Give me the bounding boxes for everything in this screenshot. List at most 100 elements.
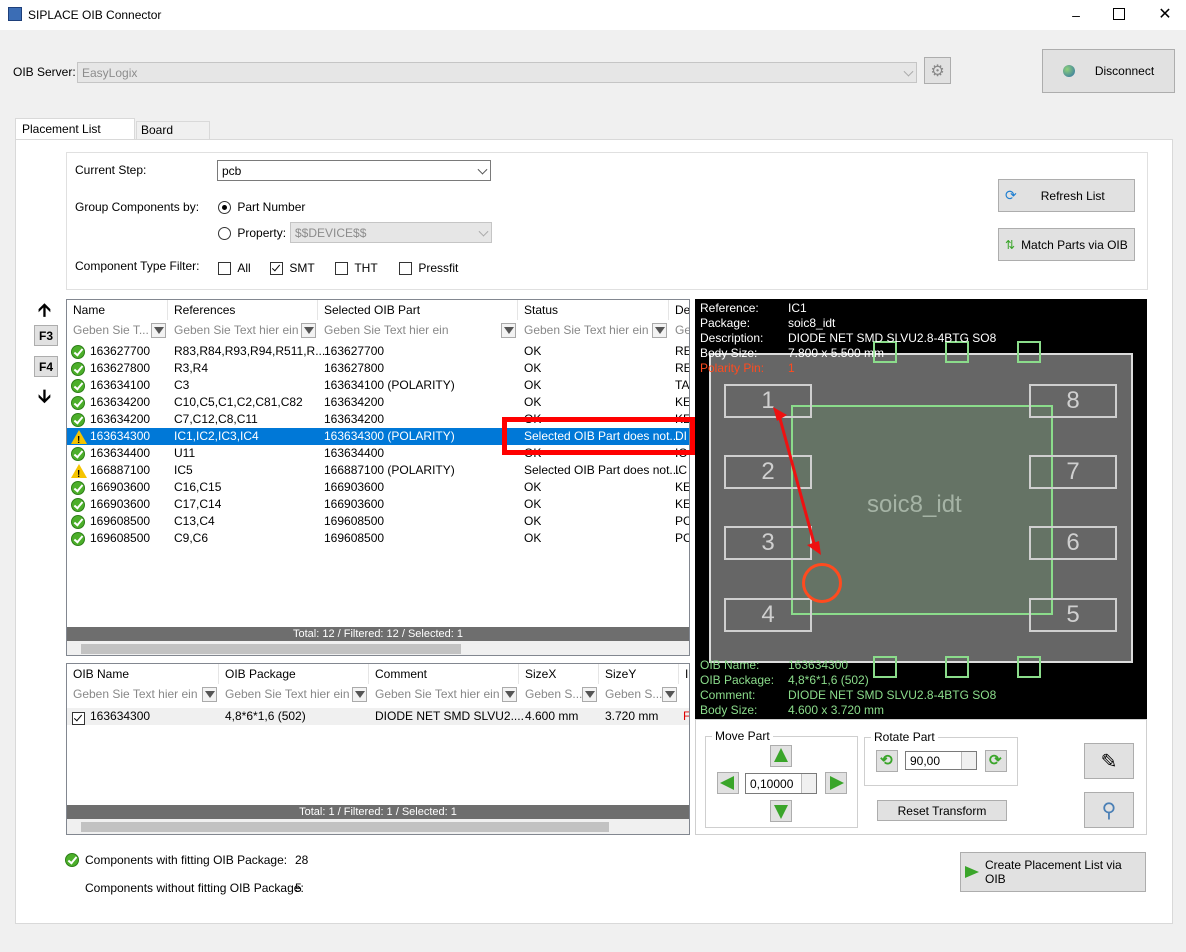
warning-icon xyxy=(71,462,90,479)
oib-hscroll[interactable] xyxy=(67,819,689,834)
part-number-radio[interactable]: Part Number xyxy=(218,200,305,215)
f4-button[interactable]: F4 xyxy=(34,356,58,377)
filter-icon[interactable] xyxy=(502,687,517,702)
settings-button[interactable]: ⚙ xyxy=(924,57,951,84)
arrow-up-icon[interactable]: 🡩 xyxy=(38,298,51,328)
cell-refs: C10,C5,C1,C2,C81,C82 xyxy=(174,395,303,409)
filter-tht-checkbox[interactable]: THT xyxy=(335,261,378,276)
filter-comment[interactable]: Geben Sie Text hier ein xyxy=(369,684,519,706)
filter-name[interactable]: Geben Sie T... xyxy=(67,320,168,342)
create-placement-list-button[interactable]: Create Placement List via OIB xyxy=(960,852,1146,892)
tab-board-creator[interactable]: Board Creator xyxy=(136,121,210,154)
table-row[interactable]: 166903600 C17,C14 166903600 OK KE xyxy=(67,496,689,513)
filter-icon[interactable] xyxy=(151,323,166,338)
oib-grid[interactable]: OIB Name OIB Package Comment SizeX SizeY… xyxy=(66,663,690,835)
col-de[interactable]: De xyxy=(669,300,689,320)
description-value: DIODE NET SMD SLVU2.8-4BTG SO8 xyxy=(788,331,997,345)
cell-part: 166903600 xyxy=(324,480,385,494)
filter-references[interactable]: Geben Sie Text hier ein xyxy=(168,320,318,342)
body-size-label: Body Size: xyxy=(700,346,758,360)
col-status[interactable]: Status xyxy=(518,300,669,320)
col-oib-name[interactable]: OIB Name xyxy=(67,664,219,684)
title-bar: SIPLACE OIB Connector – ✕ xyxy=(0,0,1186,30)
filter-de[interactable]: Ge xyxy=(669,320,689,342)
filter-icon[interactable] xyxy=(202,687,217,702)
refresh-list-button[interactable]: ⟳ Refresh List xyxy=(998,179,1135,212)
filter-oib-package[interactable]: Geben Sie Text hier ein xyxy=(219,684,369,706)
table-row[interactable]: 163634200 C10,C5,C1,C2,C81,C82 163634200 OK… xyxy=(67,394,689,411)
filter-status[interactable]: Geben Sie Text hier ein xyxy=(518,320,669,342)
close-icon[interactable]: ✕ xyxy=(1157,4,1173,23)
filter-pressfit-checkbox[interactable]: Pressfit xyxy=(399,261,459,276)
server-combo[interactable]: EasyLogix xyxy=(77,62,917,83)
components-hscroll[interactable] xyxy=(67,641,689,655)
filter-icon[interactable] xyxy=(501,323,516,338)
col-comment[interactable]: Comment xyxy=(369,664,519,684)
filter-icon[interactable] xyxy=(652,323,667,338)
table-row[interactable]: 166903600 C16,C15 166903600 OK KE xyxy=(67,479,689,496)
move-step-input[interactable]: 0,10000 xyxy=(745,773,817,794)
move-up-button[interactable] xyxy=(770,745,792,767)
footprint-preview[interactable]: soic8_idt 1 2 3 4 5 6 7 8 Reference: IC1… xyxy=(695,299,1147,719)
oib-row-checkbox[interactable] xyxy=(72,710,85,727)
table-row[interactable]: 169608500 C13,C4 169608500 OK PC xyxy=(67,513,689,530)
globe-icon xyxy=(1062,65,1075,77)
cell-name: 163627700 xyxy=(90,344,151,358)
minimize-icon[interactable]: – xyxy=(1066,7,1086,23)
gear-icon: ⚙ xyxy=(930,62,945,80)
move-down-button[interactable] xyxy=(770,800,792,822)
filter-icon[interactable] xyxy=(301,323,316,338)
match-parts-button[interactable]: ⇅ Match Parts via OIB xyxy=(998,228,1135,261)
filter-icon[interactable] xyxy=(352,687,367,702)
rotate-angle-input[interactable]: 90,00 xyxy=(905,751,977,770)
filter-icon[interactable] xyxy=(662,687,677,702)
table-row[interactable]: 163634100 C3 163634100 (POLARITY) OK TA xyxy=(67,377,689,394)
rotate-cw-icon: ⟳ xyxy=(989,752,1002,769)
cell-part: 163634400 xyxy=(324,446,385,460)
filter-pressfit-label: Pressfit xyxy=(418,261,459,275)
filter-icon[interactable] xyxy=(582,687,597,702)
property-radio[interactable]: Property: xyxy=(218,226,286,241)
current-step-combo[interactable]: pcb xyxy=(217,160,491,181)
arrow-down-icon[interactable]: 🡫 xyxy=(38,384,51,414)
property-combo[interactable]: $$DEVICE$$ xyxy=(290,222,492,243)
zoom-button[interactable]: ⚲ xyxy=(1084,792,1134,828)
filter-smt-checkbox[interactable]: SMT xyxy=(270,261,315,276)
table-row[interactable]: 163627700 R83,R84,R93,R94,R511,R... 163627… xyxy=(67,343,689,360)
move-right-button[interactable] xyxy=(825,772,847,794)
table-row[interactable]: 163627800 R3,R4 163627800 OK RE xyxy=(67,360,689,377)
cell-refs: C9,C6 xyxy=(174,531,209,545)
filter-selected-part[interactable]: Geben Sie Text hier ein xyxy=(318,320,518,342)
disconnect-button[interactable]: Disconnect xyxy=(1042,49,1175,93)
rotate-ccw-button[interactable]: ⟲ xyxy=(876,750,898,772)
col-oib-package[interactable]: OIB Package xyxy=(219,664,369,684)
maximize-icon[interactable] xyxy=(1113,8,1125,20)
col-sizex[interactable]: SizeX xyxy=(519,664,599,684)
filter-oib-name[interactable]: Geben Sie Text hier ein xyxy=(67,684,219,706)
cell-part: 169608500 xyxy=(324,531,385,545)
move-left-button[interactable] xyxy=(717,772,739,794)
edit-notes-button[interactable]: ✎ xyxy=(1084,743,1134,779)
table-row[interactable]: 163634300 4,8*6*1,6 (502) DIODE NET SMD … xyxy=(67,708,689,727)
reset-transform-button[interactable]: Reset Transform xyxy=(877,800,1007,821)
table-row[interactable]: 169608500 C9,C6 169608500 OK PC xyxy=(67,530,689,547)
filter-sizex[interactable]: Geben S... xyxy=(519,684,599,706)
f3-label: F3 xyxy=(38,328,53,343)
col-references[interactable]: References xyxy=(168,300,318,320)
col-selected-part[interactable]: Selected OIB Part xyxy=(318,300,518,320)
col-name[interactable]: Name xyxy=(67,300,168,320)
tab-placement-list-creator[interactable]: Placement List Creator xyxy=(15,118,135,156)
property-value: $$DEVICE$$ xyxy=(295,225,367,240)
cell-de: RE xyxy=(675,344,689,358)
rotate-cw-button[interactable]: ⟳ xyxy=(985,750,1007,772)
cell-name: 163634300 xyxy=(90,429,151,443)
filter-sizey[interactable]: Geben S... xyxy=(599,684,679,706)
components-footer: Total: 12 / Filtered: 12 / Selected: 1 xyxy=(67,627,689,641)
components-grid[interactable]: Name References Selected OIB Part Status… xyxy=(66,299,690,656)
cell-refs: R83,R84,R93,R94,R511,R... xyxy=(174,344,326,358)
f3-button[interactable]: F3 xyxy=(34,325,58,346)
col-sizey[interactable]: SizeY xyxy=(599,664,679,684)
table-row[interactable]: 166887100 IC5 166887100 (POLARITY) Selected… xyxy=(67,462,689,479)
col-i[interactable]: I xyxy=(679,664,689,684)
filter-all-checkbox[interactable]: All xyxy=(218,261,251,276)
